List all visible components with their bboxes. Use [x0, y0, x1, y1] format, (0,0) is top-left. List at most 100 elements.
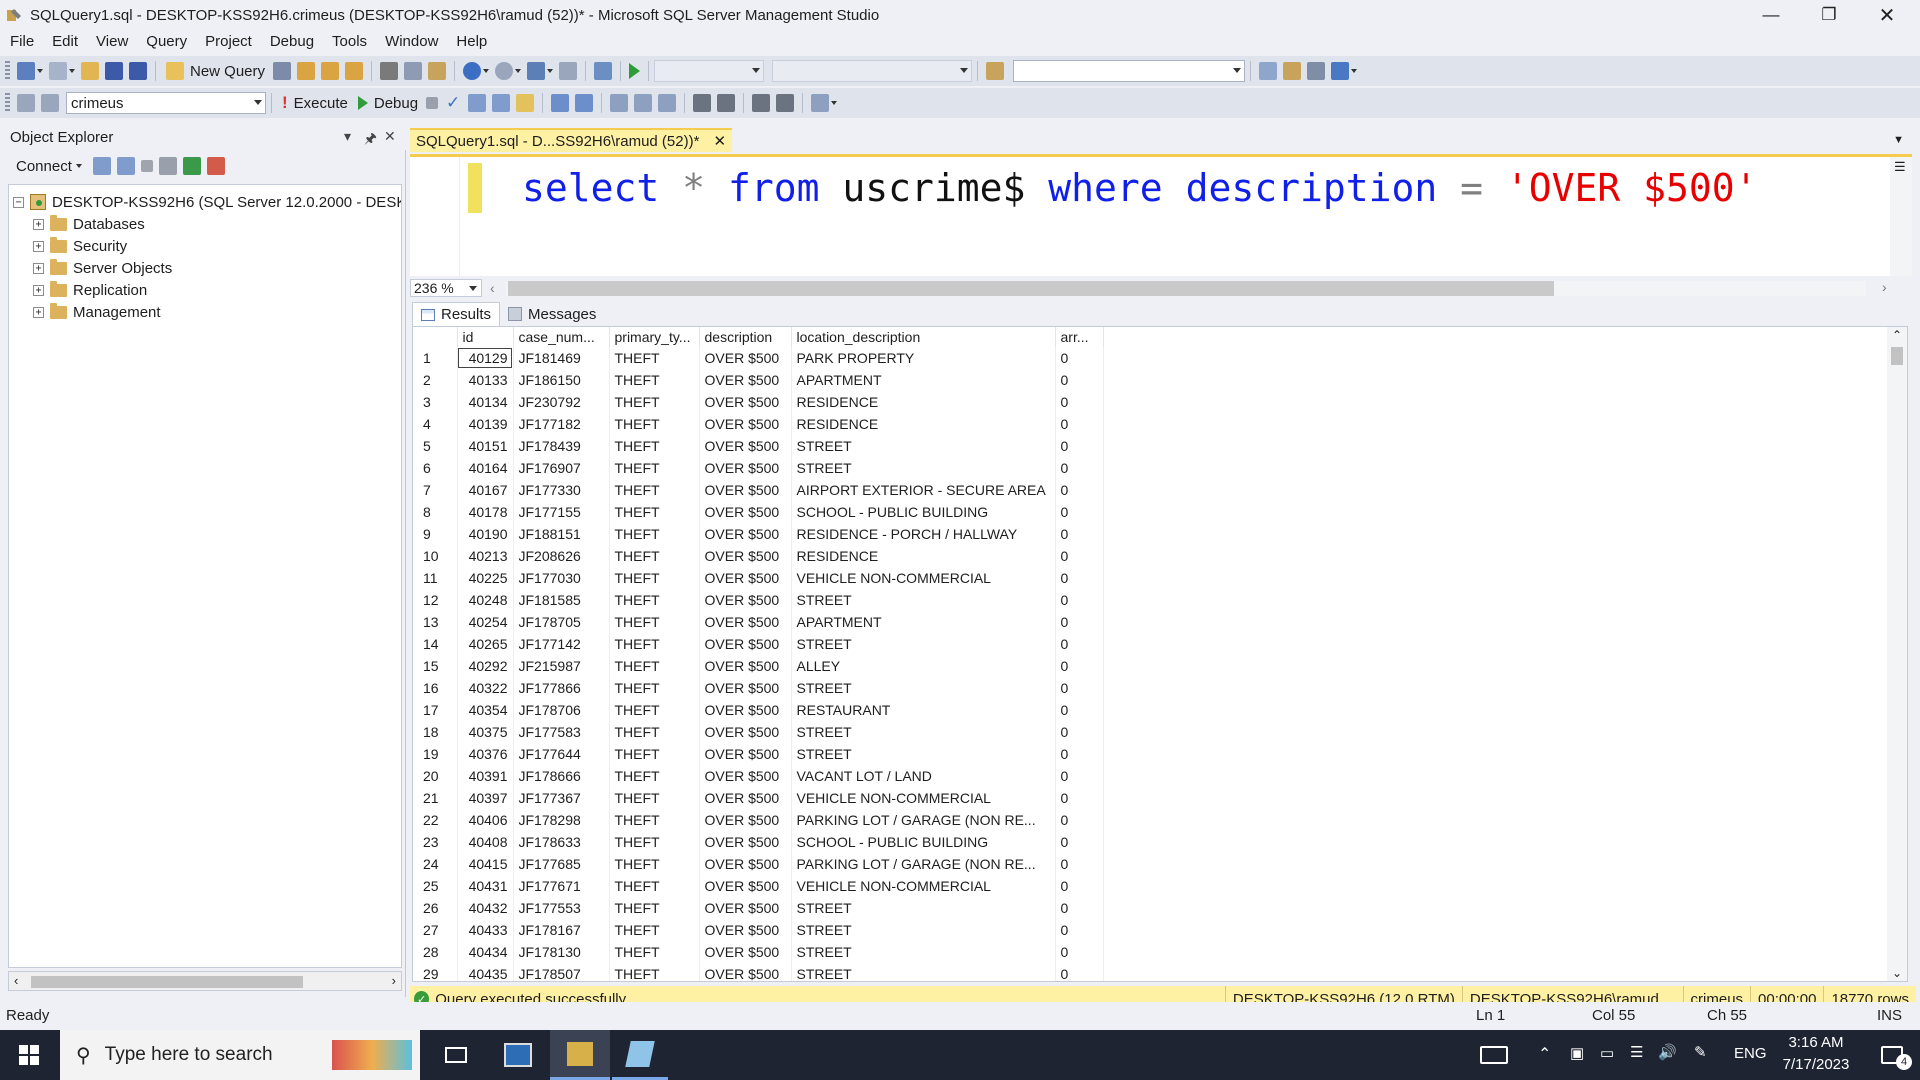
- expand-icon[interactable]: +: [33, 240, 44, 252]
- cell-case-number[interactable]: JF177685: [513, 853, 610, 875]
- cell-arrest[interactable]: 0: [1055, 611, 1104, 633]
- editor-hscrollbar[interactable]: [506, 281, 1866, 296]
- tab-close-icon[interactable]: ✕: [713, 132, 726, 150]
- row-number[interactable]: 3: [413, 391, 458, 413]
- table-row[interactable]: 1 40129 JF181469 THEFT OVER $500 PARK PROPERT…: [413, 347, 1104, 369]
- menu-query[interactable]: Query: [137, 30, 196, 54]
- cell-primary-type[interactable]: THEFT: [609, 457, 700, 479]
- cell-id[interactable]: 40254: [457, 611, 514, 633]
- cell-location-description[interactable]: SCHOOL - PUBLIC BUILDING: [791, 831, 1056, 853]
- notification-center-button[interactable]: 4: [1868, 1030, 1916, 1080]
- cell-id[interactable]: 40190: [457, 523, 514, 545]
- menu-edit[interactable]: Edit: [43, 30, 87, 54]
- cell-arrest[interactable]: 0: [1055, 413, 1104, 435]
- cell-primary-type[interactable]: THEFT: [609, 523, 700, 545]
- cell-id[interactable]: 40225: [457, 567, 514, 589]
- cell-id[interactable]: 40433: [457, 919, 514, 941]
- table-row[interactable]: 25 40431 JF177671 THEFT OVER $500 VEHICLE NON…: [413, 875, 1104, 897]
- row-number[interactable]: 18: [413, 721, 458, 743]
- row-number[interactable]: 24: [413, 853, 458, 875]
- cell-primary-type[interactable]: THEFT: [609, 633, 700, 655]
- cell-description[interactable]: OVER $500: [699, 897, 792, 919]
- cell-description[interactable]: OVER $500: [699, 809, 792, 831]
- cell-case-number[interactable]: JF178130: [513, 941, 610, 963]
- tree-node-server-objects[interactable]: + Server Objects: [33, 257, 172, 279]
- cell-case-number[interactable]: JF176907: [513, 457, 610, 479]
- tab-overflow-icon[interactable]: ▼: [1893, 134, 1904, 146]
- taskbar-search[interactable]: ⚲ Type here to search: [60, 1030, 420, 1080]
- cell-case-number[interactable]: JF177671: [513, 875, 610, 897]
- row-number[interactable]: 10: [413, 545, 458, 567]
- scroll-thumb[interactable]: [508, 281, 1554, 296]
- cell-arrest[interactable]: 0: [1055, 655, 1104, 677]
- query-designer-icon[interactable]: [492, 94, 511, 112]
- cell-id[interactable]: 40292: [457, 655, 514, 677]
- cell-id[interactable]: 40322: [457, 677, 514, 699]
- col-header-case-number[interactable]: case_num...: [513, 327, 610, 347]
- cell-description[interactable]: OVER $500: [699, 787, 792, 809]
- dmx-query-icon[interactable]: [345, 62, 364, 80]
- cell-description[interactable]: OVER $500: [699, 391, 792, 413]
- cell-arrest[interactable]: 0: [1055, 721, 1104, 743]
- table-row[interactable]: 23 40408 JF178633 THEFT OVER $500 SCHOOL - PU…: [413, 831, 1104, 853]
- cell-primary-type[interactable]: THEFT: [609, 479, 700, 501]
- cell-arrest[interactable]: 0: [1055, 435, 1104, 457]
- scroll-up-icon[interactable]: ⌃: [1892, 328, 1902, 342]
- table-row[interactable]: 29 40435 JF178507 THEFT OVER $500 STREET 0: [413, 963, 1104, 981]
- scroll-right-icon[interactable]: ›: [1882, 279, 1887, 295]
- tree-node-security[interactable]: + Security: [33, 235, 127, 257]
- navigate-backward-icon[interactable]: [527, 62, 546, 80]
- cell-id[interactable]: 40151: [457, 435, 514, 457]
- cell-case-number[interactable]: JF178633: [513, 831, 610, 853]
- cell-id[interactable]: 40391: [457, 765, 514, 787]
- row-number[interactable]: 20: [413, 765, 458, 787]
- cell-arrest[interactable]: 0: [1055, 963, 1104, 981]
- cell-description[interactable]: OVER $500: [699, 941, 792, 963]
- cell-arrest[interactable]: 0: [1055, 787, 1104, 809]
- row-number[interactable]: 21: [413, 787, 458, 809]
- row-number[interactable]: 11: [413, 567, 458, 589]
- cell-primary-type[interactable]: THEFT: [609, 875, 700, 897]
- intellisense-icon[interactable]: [516, 94, 535, 112]
- cell-id[interactable]: 40375: [457, 721, 514, 743]
- cell-primary-type[interactable]: THEFT: [609, 963, 700, 981]
- navigate-forward-icon[interactable]: [559, 62, 578, 80]
- row-number[interactable]: 14: [413, 633, 458, 655]
- tab-sqlquery1[interactable]: SQLQuery1.sql - D...SS92H6\ramud (52))* …: [410, 128, 733, 152]
- row-number[interactable]: 12: [413, 589, 458, 611]
- query-line[interactable]: select * from uscrime$ where description…: [522, 163, 1758, 213]
- cell-location-description[interactable]: APARTMENT: [791, 369, 1056, 391]
- cell-case-number[interactable]: JF178706: [513, 699, 610, 721]
- cell-arrest[interactable]: 0: [1055, 831, 1104, 853]
- cell-description[interactable]: OVER $500: [699, 567, 792, 589]
- decrease-indent-icon[interactable]: [752, 94, 771, 112]
- new-project-icon[interactable]: [17, 62, 35, 80]
- cell-primary-type[interactable]: THEFT: [609, 655, 700, 677]
- toolbox-icon[interactable]: [1307, 62, 1326, 80]
- cell-description[interactable]: OVER $500: [699, 611, 792, 633]
- table-row[interactable]: 2 40133 JF186150 THEFT OVER $500 APARTMENT 0: [413, 369, 1104, 391]
- cell-arrest[interactable]: 0: [1055, 809, 1104, 831]
- undo-icon[interactable]: [463, 62, 482, 80]
- cell-location-description[interactable]: PARK PROPERTY: [791, 347, 1056, 369]
- cell-case-number[interactable]: JF177866: [513, 677, 610, 699]
- expand-icon[interactable]: +: [33, 306, 44, 318]
- cell-case-number[interactable]: JF178705: [513, 611, 610, 633]
- cell-id[interactable]: 40408: [457, 831, 514, 853]
- cancel-query-icon[interactable]: [426, 97, 439, 109]
- cell-id[interactable]: 40432: [457, 897, 514, 919]
- row-number[interactable]: 26: [413, 897, 458, 919]
- expand-icon[interactable]: +: [33, 284, 44, 296]
- cell-location-description[interactable]: RESTAURANT: [791, 699, 1056, 721]
- cell-id[interactable]: 40164: [457, 457, 514, 479]
- parse-checkmark-icon[interactable]: ✓: [444, 94, 462, 112]
- menu-help[interactable]: Help: [447, 30, 496, 54]
- row-number[interactable]: 17: [413, 699, 458, 721]
- refresh-icon[interactable]: [182, 157, 201, 175]
- col-header-id[interactable]: id: [457, 327, 514, 347]
- copy-icon[interactable]: [404, 62, 423, 80]
- close-button[interactable]: ✕: [1858, 0, 1916, 30]
- menu-project[interactable]: Project: [196, 30, 261, 54]
- table-row[interactable]: 21 40397 JF177367 THEFT OVER $500 VEHICLE NON…: [413, 787, 1104, 809]
- row-number[interactable]: 5: [413, 435, 458, 457]
